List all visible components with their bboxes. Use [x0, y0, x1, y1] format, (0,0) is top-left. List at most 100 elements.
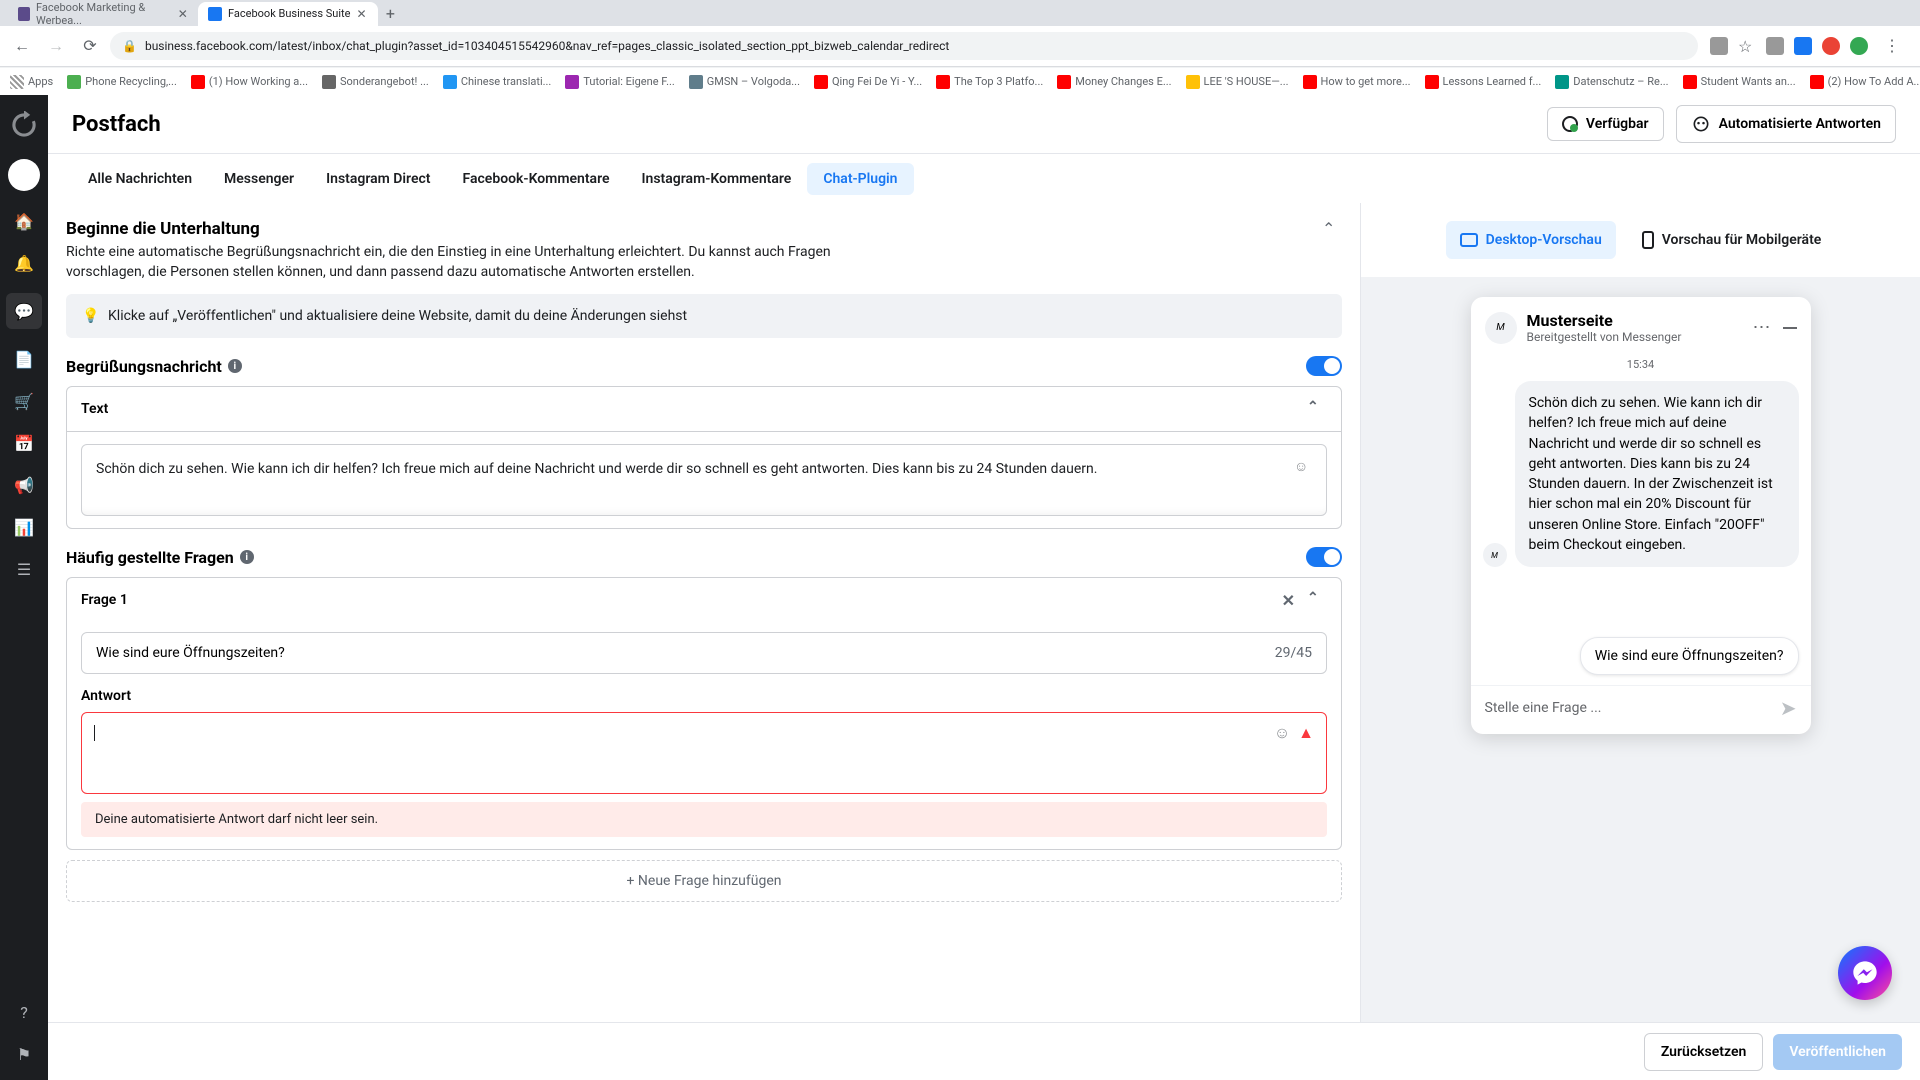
menu-icon[interactable]: ⋮: [1878, 32, 1906, 60]
message-avatar: M: [1483, 543, 1507, 567]
bookmark[interactable]: Phone Recycling,...: [67, 75, 177, 89]
calendar-icon[interactable]: 📅: [12, 431, 36, 455]
lightbulb-icon: 💡: [82, 308, 98, 324]
faq-label: Häufig gestellte Fragen i: [66, 548, 1306, 567]
tab-chat-plugin[interactable]: Chat-Plugin: [807, 163, 913, 195]
chat-input[interactable]: Stelle eine Frage ...: [1485, 700, 1772, 716]
bookmark[interactable]: Chinese translati...: [443, 75, 552, 89]
status-dot-icon: [1562, 116, 1578, 132]
ads-icon[interactable]: 📢: [12, 473, 36, 497]
report-icon[interactable]: ⚑: [12, 1042, 36, 1066]
bookmark[interactable]: GMSN – Volgoda...: [689, 75, 800, 89]
ext-icon[interactable]: [1822, 37, 1840, 55]
commerce-icon[interactable]: 🛒: [12, 389, 36, 413]
greeting-toggle[interactable]: [1306, 356, 1342, 376]
bookmark[interactable]: Money Changes E...: [1057, 75, 1171, 89]
close-icon[interactable]: ✕: [356, 8, 368, 20]
chevron-up-icon[interactable]: ⌃: [1307, 399, 1327, 419]
mobile-preview-tab[interactable]: Vorschau für Mobilgeräte: [1628, 221, 1836, 259]
browser-tab-1[interactable]: Facebook Business Suite ✕: [198, 2, 378, 26]
bookmark[interactable]: Datenschutz – Re...: [1555, 75, 1668, 89]
close-icon[interactable]: ✕: [178, 8, 188, 20]
widget-avatar: M: [1485, 312, 1517, 344]
bookmark[interactable]: Tutorial: Eigene F...: [565, 75, 674, 89]
greeting-card: Text ⌃ Schön dich zu sehen. Wie kann ich…: [66, 386, 1342, 529]
back-button[interactable]: ←: [8, 32, 36, 60]
tab-all[interactable]: Alle Nachrichten: [72, 163, 208, 195]
forward-button[interactable]: →: [42, 32, 70, 60]
new-tab-button[interactable]: +: [378, 2, 402, 26]
publish-button[interactable]: Veröffentlichen: [1773, 1034, 1902, 1070]
question-card: Frage 1 ✕ ⌃ Wie sind eure Öffnungszeiten…: [66, 577, 1342, 850]
tab-fb-comments[interactable]: Facebook-Kommentare: [447, 163, 626, 195]
faq-toggle[interactable]: [1306, 547, 1342, 567]
bookmark[interactable]: Qing Fei De Yi - Y...: [814, 75, 922, 89]
chevron-up-icon[interactable]: ⌃: [1307, 590, 1327, 610]
inbox-icon[interactable]: 💬: [6, 293, 42, 329]
question-input[interactable]: Wie sind eure Öffnungszeiten? 29/45: [81, 632, 1327, 674]
automated-label: Automatisierte Antworten: [1719, 116, 1881, 132]
info-icon[interactable]: i: [228, 359, 242, 373]
bookmark[interactable]: How to get more...: [1303, 75, 1411, 89]
bookmark[interactable]: Lessons Learned f...: [1425, 75, 1542, 89]
page-avatar[interactable]: [8, 159, 40, 191]
ext-icon[interactable]: [1766, 37, 1784, 55]
answer-label: Antwort: [67, 684, 1341, 712]
tab-favicon: [18, 7, 30, 21]
home-icon[interactable]: 🏠: [12, 209, 36, 233]
chevron-up-icon[interactable]: ⌃: [1322, 219, 1342, 239]
bookmark[interactable]: Sonderangebot! ...: [322, 75, 429, 89]
preview-tabs: Desktop-Vorschau Vorschau für Mobilgerät…: [1361, 203, 1920, 277]
add-question-button[interactable]: + Neue Frage hinzufügen: [66, 860, 1342, 902]
reset-button[interactable]: Zurücksetzen: [1644, 1033, 1763, 1071]
settings-column: Beginne die Unterhaltung Richte eine aut…: [48, 203, 1360, 1022]
bookmark[interactable]: LEE 'S HOUSE—...: [1186, 75, 1289, 89]
messenger-fab[interactable]: [1838, 946, 1892, 1000]
automated-answers-button[interactable]: Automatisierte Antworten: [1676, 105, 1896, 143]
url-text: business.facebook.com/latest/inbox/chat_…: [145, 39, 949, 53]
greeting-textarea[interactable]: Schön dich zu sehen. Wie kann ich dir he…: [81, 444, 1327, 516]
tab-title: Facebook Marketing & Werbea...: [36, 1, 172, 27]
bookmarks-bar: Apps Phone Recycling,... (1) How Working…: [0, 67, 1920, 95]
section-title: Beginne die Unterhaltung: [66, 219, 1310, 239]
url-bar[interactable]: 🔒 business.facebook.com/latest/inbox/cha…: [110, 32, 1698, 60]
bell-icon[interactable]: 🔔: [12, 251, 36, 275]
minimize-icon[interactable]: [1783, 327, 1797, 329]
menu-icon[interactable]: ☰: [12, 557, 36, 581]
ext-icon[interactable]: [1850, 37, 1868, 55]
tab-instagram-direct[interactable]: Instagram Direct: [310, 163, 446, 195]
info-icon[interactable]: i: [240, 550, 254, 564]
apps-button[interactable]: Apps: [10, 75, 53, 89]
tab-messenger[interactable]: Messenger: [208, 163, 310, 195]
banner-text: Klicke auf „Veröffentlichen" und aktuali…: [108, 308, 687, 324]
emoji-icon[interactable]: ☺: [1294, 457, 1314, 477]
text-label: Text: [81, 401, 1307, 417]
tab-ig-comments[interactable]: Instagram-Kommentare: [626, 163, 808, 195]
answer-textarea[interactable]: ☺ ▲: [81, 712, 1327, 794]
bookmark[interactable]: (2) How To Add A...: [1810, 75, 1920, 89]
widget-timestamp: 15:34: [1471, 352, 1811, 381]
emoji-icon[interactable]: ☺: [1274, 723, 1290, 743]
insights-icon[interactable]: 📊: [12, 515, 36, 539]
star-icon[interactable]: ☆: [1738, 37, 1756, 55]
ext-icon[interactable]: [1794, 37, 1812, 55]
greeting-value: Schön dich zu sehen. Wie kann ich dir he…: [96, 461, 1097, 477]
more-icon[interactable]: ⋯: [1753, 317, 1773, 338]
faq-chip[interactable]: Wie sind eure Öffnungszeiten?: [1580, 637, 1799, 675]
posts-icon[interactable]: 📄: [12, 347, 36, 371]
browser-tab-0[interactable]: Facebook Marketing & Werbea... ✕: [8, 2, 198, 26]
help-icon[interactable]: ?: [12, 1000, 36, 1024]
remove-question-icon[interactable]: ✕: [1282, 591, 1295, 610]
reload-button[interactable]: ⟳: [76, 32, 104, 60]
meta-logo-icon[interactable]: [8, 109, 40, 141]
send-icon[interactable]: ➤: [1780, 696, 1797, 720]
availability-toggle[interactable]: Verfügbar: [1547, 107, 1664, 141]
preview-column: Desktop-Vorschau Vorschau für Mobilgerät…: [1360, 203, 1920, 1022]
ext-icon[interactable]: [1710, 37, 1728, 55]
tab-favicon: [208, 7, 222, 21]
section-description: Richte eine automatische Begrüßungsnachr…: [66, 243, 846, 282]
bookmark[interactable]: Student Wants an...: [1683, 75, 1796, 89]
desktop-preview-tab[interactable]: Desktop-Vorschau: [1446, 221, 1616, 259]
bookmark[interactable]: (1) How Working a...: [191, 75, 308, 89]
bookmark[interactable]: The Top 3 Platfo...: [936, 75, 1043, 89]
